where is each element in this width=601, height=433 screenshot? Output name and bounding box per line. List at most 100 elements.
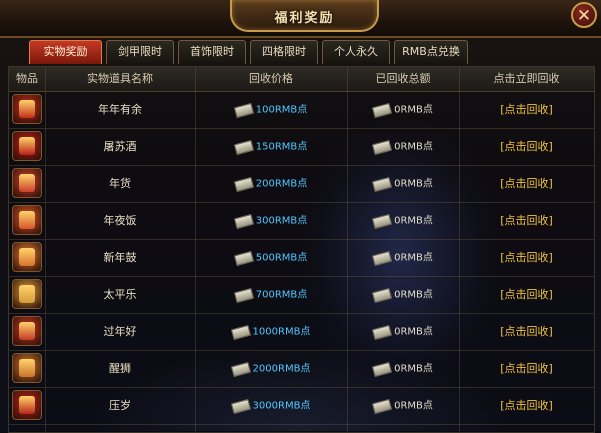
- item-name: 年年有余: [98, 103, 142, 116]
- collected-total-cell: 0RMB点: [347, 91, 459, 128]
- money-bundle-icon: [233, 250, 254, 266]
- item-glyph: [19, 285, 35, 303]
- wine-jar-icon[interactable]: [12, 131, 42, 161]
- recycle-now-link[interactable]: [点击回收]: [459, 313, 594, 350]
- recycle-price-cell: 2000RMB点: [195, 350, 347, 387]
- recycle-price-cell: 500RMB点: [195, 239, 347, 276]
- recycle-price-cell: 150RMB点: [195, 128, 347, 165]
- money-bundle-icon: [233, 176, 254, 192]
- recycle-now-link[interactable]: [点击回收]: [459, 165, 594, 202]
- recycle-now-link[interactable]: [点击回收]: [459, 202, 594, 239]
- tab-3[interactable]: 首饰限时: [178, 40, 246, 64]
- money-bundle-icon: [371, 361, 393, 377]
- money-bundle-icon: [233, 213, 254, 229]
- close-button[interactable]: ✕: [571, 2, 597, 28]
- collected-total: 0RMB点: [394, 215, 433, 227]
- table-row: 屠苏酒 150RMB点 0RMB点 [点击回收]: [9, 128, 594, 166]
- item-glyph: [19, 137, 35, 155]
- item-glyph: [19, 248, 35, 266]
- recycle-price: 300RMB点: [255, 215, 308, 227]
- item-icon-cell: [9, 91, 45, 128]
- table-row: 年货 200RMB点 0RMB点 [点击回收]: [9, 165, 594, 203]
- tab-6[interactable]: RMB点兑换: [394, 40, 468, 64]
- collected-total: 0RMB点: [394, 289, 433, 301]
- recycle-price-cell: 700RMB点: [195, 276, 347, 313]
- collected-total-cell: 0RMB点: [347, 387, 459, 424]
- item-icon-cell: [9, 387, 45, 424]
- recycle-price-cell: 3000RMB点: [195, 387, 347, 424]
- money-bundle-icon: [371, 398, 393, 414]
- recycle-now-link[interactable]: [点击回收]: [459, 276, 594, 313]
- money-bundle-icon: [371, 250, 393, 266]
- collected-total-cell: 0RMB点: [347, 313, 459, 350]
- table-row: 太平乐 700RMB点 0RMB点 [点击回收]: [9, 276, 594, 314]
- lion-face-icon[interactable]: [12, 279, 42, 309]
- item-name: 年夜饭: [103, 214, 137, 227]
- item-icon-cell: [9, 313, 45, 350]
- item-icon-cell: [9, 128, 45, 165]
- game-window: 福利奖励 ✕ 实物奖励 剑甲限时 首饰限时 四格限时 个人永久 RMB点兑换 物品 实物道具…: [0, 0, 601, 433]
- collected-total: 0RMB点: [394, 104, 433, 116]
- item-name: 过年好: [103, 325, 137, 338]
- recycle-now-link[interactable]: [点击回收]: [459, 91, 594, 128]
- collected-total-cell: 0RMB点: [347, 128, 459, 165]
- recycle-table: 物品 实物道具名称 回收价格 已回收总额 点击立即回收 年年有余 100RMB点 0RMB点…: [8, 66, 595, 433]
- tab-4[interactable]: 四格限时: [250, 40, 318, 64]
- column-header: 实物道具名称: [87, 72, 153, 85]
- item-icon-cell: [9, 165, 45, 202]
- money-bundle-icon: [371, 287, 393, 303]
- money-bundle-icon: [371, 139, 393, 155]
- red-lantern-icon[interactable]: [12, 94, 42, 124]
- item-icon-cell: [9, 202, 45, 239]
- collected-total: 0RMB点: [394, 141, 433, 153]
- recycle-price: 150RMB点: [255, 141, 308, 153]
- tab-5[interactable]: 个人永久: [322, 40, 390, 64]
- money-bundle-icon: [230, 398, 251, 414]
- item-glyph: [19, 396, 35, 414]
- money-bundle-icon: [230, 361, 251, 377]
- item-name: 新年鼓: [103, 251, 137, 264]
- item-glyph: [19, 174, 35, 192]
- firecracker-icon[interactable]: [12, 316, 42, 346]
- column-header: 已回收总额: [375, 72, 431, 85]
- column-header: 点击立即回收: [493, 72, 560, 85]
- money-bundle-icon: [233, 102, 254, 118]
- collected-total-cell: 0RMB点: [347, 350, 459, 387]
- table-row: 年年有余 100RMB点 0RMB点 [点击回收]: [9, 91, 594, 129]
- item-glyph: [19, 100, 35, 118]
- recycle-now-link[interactable]: [点击回收]: [459, 128, 594, 165]
- tab-1[interactable]: 实物奖励: [29, 40, 102, 64]
- money-bundle-icon: [371, 213, 393, 229]
- collected-total-cell: 0RMB点: [347, 202, 459, 239]
- collected-total-cell: 0RMB点: [347, 239, 459, 276]
- recycle-now-link[interactable]: [点击回收]: [459, 350, 594, 387]
- item-icon-cell: [9, 239, 45, 276]
- recycle-price: 200RMB点: [255, 178, 308, 190]
- collected-total: 0RMB点: [394, 178, 433, 190]
- title-plate: 福利奖励: [230, 0, 379, 32]
- money-bundle-icon: [371, 102, 393, 118]
- table-row: 年夜饭 300RMB点 0RMB点 [点击回收]: [9, 202, 594, 240]
- red-envelope-icon[interactable]: [12, 390, 42, 420]
- collected-total: 0RMB点: [394, 363, 433, 375]
- feast-icon[interactable]: [12, 205, 42, 235]
- column-header: 物品: [16, 72, 38, 85]
- recycle-price-cell: 1000RMB点: [195, 313, 347, 350]
- item-name: 太平乐: [103, 288, 137, 301]
- awakening-lion-icon[interactable]: [12, 353, 42, 383]
- item-icon-cell: [9, 276, 45, 313]
- collected-total: 0RMB点: [394, 326, 433, 338]
- recycle-price: 500RMB点: [255, 252, 308, 264]
- drum-icon[interactable]: [12, 242, 42, 272]
- item-name: 年货: [109, 177, 131, 190]
- recycle-now-link[interactable]: [点击回收]: [459, 239, 594, 276]
- money-bundle-icon: [233, 287, 254, 303]
- money-bundle-icon: [233, 139, 254, 155]
- recycle-now-link[interactable]: [点击回收]: [459, 387, 594, 424]
- table-row: 压岁 3000RMB点 0RMB点 [点击回收]: [9, 387, 594, 425]
- gift-box-icon[interactable]: [12, 168, 42, 198]
- recycle-price: 3000RMB点: [252, 400, 311, 412]
- table-row: 过年好 1000RMB点 0RMB点 [点击回收]: [9, 313, 594, 351]
- recycle-price: 100RMB点: [255, 104, 308, 116]
- tab-2[interactable]: 剑甲限时: [106, 40, 174, 64]
